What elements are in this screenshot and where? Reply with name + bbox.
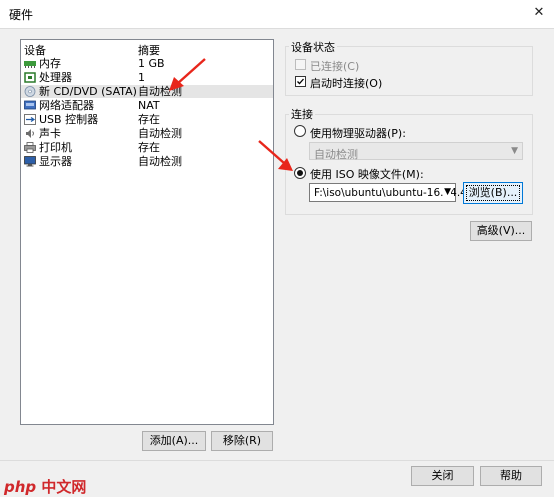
summary-column-header[interactable]: 摘要	[138, 42, 160, 58]
device-name: 网络适配器	[39, 99, 94, 112]
device-name: 声卡	[39, 127, 61, 140]
window-title: 硬件	[9, 8, 34, 22]
device-row-usb[interactable]: USB 控制器 存在	[21, 113, 273, 126]
chevron-down-icon: ▼	[511, 146, 518, 156]
connected-checkbox[interactable]	[295, 59, 306, 70]
device-name: 处理器	[39, 71, 72, 84]
physical-drive-select[interactable]: 自动检测 ▼	[309, 142, 523, 161]
use-physical-drive-label: 使用物理驱动器(P):	[310, 127, 406, 140]
device-row-memory[interactable]: 内存 1 GB	[21, 57, 273, 70]
checkmark-icon	[297, 78, 304, 85]
remove-button-label: 移除(R)	[222, 434, 262, 447]
device-list[interactable]: 设备 摘要 内存 1 GB 处理器 1 新 CD/DVD (SATA) 自动检测…	[20, 39, 274, 425]
device-status-label: 设备状态	[289, 39, 337, 55]
annotation-arrow-icon	[169, 58, 206, 91]
physical-drive-value: 自动检测	[314, 148, 358, 161]
device-row-network[interactable]: 网络适配器 NAT	[21, 99, 273, 112]
device-row-printer[interactable]: 打印机 存在	[21, 141, 273, 154]
connect-at-power-on-checkbox[interactable]	[295, 76, 306, 87]
memory-icon	[24, 61, 36, 68]
watermark-logo: php 中文网	[4, 478, 87, 496]
sound-icon	[26, 129, 34, 138]
browse-button[interactable]: 浏览(B)...	[463, 182, 523, 204]
device-summary: 1	[138, 71, 145, 84]
annotation-arrow-icon	[258, 140, 293, 171]
device-row-sound[interactable]: 声卡 自动检测	[21, 127, 273, 140]
connected-label: 已连接(C)	[310, 60, 360, 73]
network-icon	[24, 100, 36, 110]
device-row-display[interactable]: 显示器 自动检测	[21, 155, 273, 168]
advanced-button-label: 高级(V)...	[476, 224, 526, 237]
device-summary: 自动检测	[138, 127, 182, 140]
device-summary: 1 GB	[138, 57, 165, 70]
connection-label: 连接	[289, 106, 315, 122]
usb-icon	[24, 114, 36, 125]
close-button[interactable]: 关闭	[411, 466, 474, 486]
device-row-cpu[interactable]: 处理器 1	[21, 71, 273, 84]
printer-icon	[24, 142, 36, 153]
title-bar: 硬件 ✕	[0, 0, 554, 28]
device-summary: 存在	[138, 113, 160, 126]
device-summary: 存在	[138, 141, 160, 154]
device-name: 内存	[39, 57, 61, 70]
use-iso-label: 使用 ISO 映像文件(M):	[310, 168, 424, 181]
close-button-label: 关闭	[431, 469, 454, 482]
connect-at-power-on-label: 启动时连接(O)	[310, 77, 383, 90]
device-name: 打印机	[39, 141, 72, 154]
device-summary: NAT	[138, 99, 160, 112]
device-name: USB 控制器	[39, 113, 99, 126]
help-button[interactable]: 帮助	[480, 466, 542, 486]
device-name: 新 CD/DVD (SATA)	[39, 85, 137, 98]
device-column-header[interactable]: 设备	[24, 42, 46, 58]
footer-separator	[0, 460, 554, 461]
display-icon	[24, 156, 36, 167]
cpu-icon	[24, 72, 36, 83]
iso-path-combo[interactable]: F:\iso\ubuntu\ubuntu-16.04.4- ▼	[309, 183, 471, 202]
cd-dvd-icon	[24, 86, 36, 97]
device-name: 显示器	[39, 155, 72, 168]
advanced-button[interactable]: 高级(V)...	[470, 221, 532, 241]
close-icon[interactable]: ✕	[528, 2, 550, 24]
device-summary: 自动检测	[138, 155, 182, 168]
device-row-cd-dvd[interactable]: 新 CD/DVD (SATA) 自动检测	[21, 85, 273, 98]
chevron-down-icon: ▼	[443, 187, 451, 197]
help-button-label: 帮助	[500, 469, 522, 482]
add-button-label: 添加(A)...	[149, 434, 199, 447]
remove-device-button[interactable]: 移除(R)	[211, 431, 273, 451]
use-physical-drive-radio[interactable]	[294, 125, 306, 137]
add-device-button[interactable]: 添加(A)...	[142, 431, 206, 451]
